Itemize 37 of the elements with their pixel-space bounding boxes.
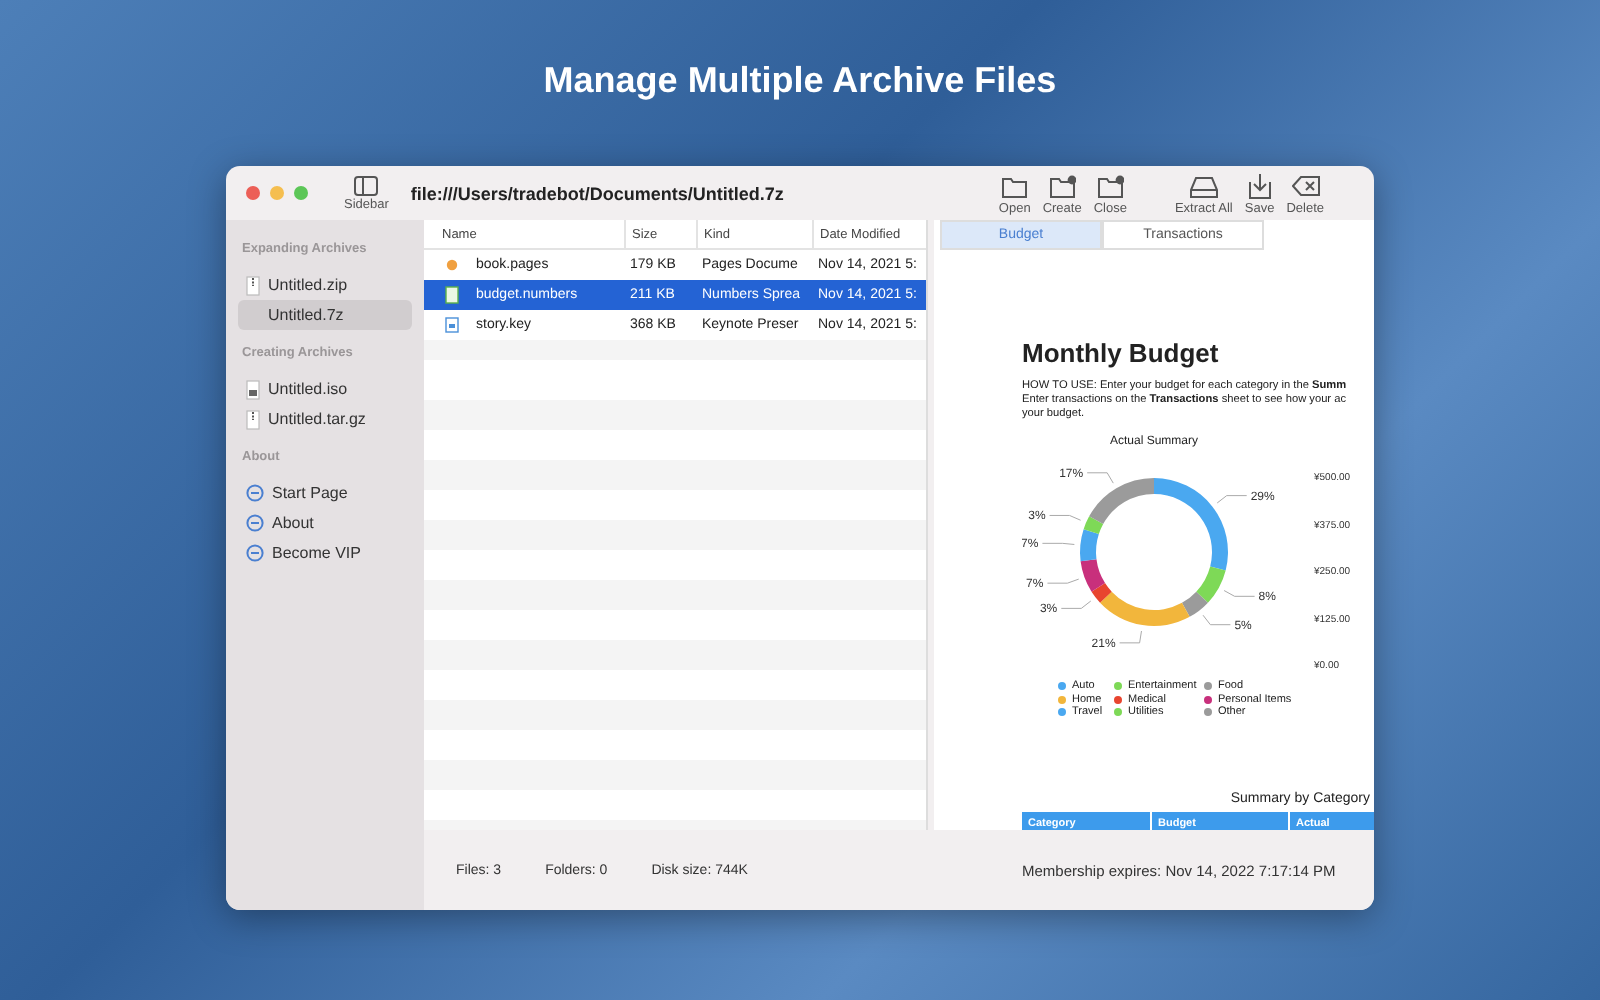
folder-plus-icon	[1048, 171, 1077, 199]
circle-document-icon	[444, 256, 460, 274]
zip-file-icon	[246, 275, 260, 295]
sidebar-item[interactable]: Become VIP	[238, 538, 412, 568]
banner-title: Manage Multiple Archive Files	[543, 60, 1057, 102]
document-icon	[444, 316, 460, 334]
window-title: file:///Users/tradebot/Documents/Untitled.7z	[410, 183, 786, 203]
disk-image-icon	[246, 379, 260, 399]
sidebar-item[interactable]: About	[238, 508, 412, 538]
minimize-window-button[interactable]	[270, 186, 284, 200]
leader-line	[1086, 472, 1114, 484]
drive-icon	[1189, 171, 1218, 199]
close-window-button[interactable]	[246, 186, 260, 200]
leader-line	[1049, 514, 1082, 521]
zoom-window-button[interactable]	[294, 186, 308, 200]
sidebar-icon	[354, 175, 379, 195]
sidebar-item[interactable]: Start Page	[238, 478, 412, 508]
sidebar-item[interactable]: Untitled.7z	[238, 300, 412, 330]
minus-circle-icon	[246, 484, 264, 502]
zip-file-icon	[246, 409, 260, 429]
minus-circle-icon	[246, 544, 264, 562]
leader-line	[1060, 600, 1092, 609]
minus-circle-icon	[246, 514, 264, 532]
leader-line	[1041, 542, 1075, 545]
download-icon	[1245, 171, 1274, 199]
leader-line	[1223, 590, 1256, 597]
document-icon	[444, 286, 460, 304]
leader-line	[1119, 630, 1142, 644]
folder-minus-icon	[1096, 171, 1125, 199]
sidebar-item[interactable]: Untitled.tar.gz	[238, 404, 412, 434]
leader-line	[1046, 578, 1080, 584]
leader-line	[1202, 614, 1231, 626]
leader-line	[1216, 495, 1248, 504]
delete-key-icon	[1291, 171, 1320, 199]
sidebar-item[interactable]: Untitled.iso	[238, 374, 412, 404]
sidebar-item[interactable]: Untitled.zip	[238, 270, 412, 300]
document-heading: Monthly Budget	[1022, 338, 1221, 368]
